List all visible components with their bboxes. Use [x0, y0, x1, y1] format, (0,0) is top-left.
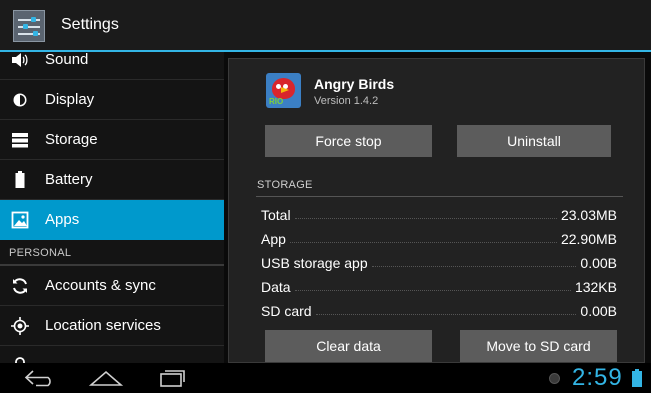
sidebar-item-label: Battery [45, 171, 93, 188]
sidebar-item-storage[interactable]: Storage [0, 120, 224, 160]
sound-icon [11, 52, 29, 69]
page-title: Settings [61, 16, 119, 33]
home-button[interactable] [76, 363, 136, 393]
recent-apps-button[interactable] [142, 363, 202, 393]
storage-row-sdcard: SD card 0.00B [261, 303, 617, 319]
storage-row-data: Data 132KB [261, 279, 617, 295]
uninstall-button[interactable]: Uninstall [457, 125, 611, 157]
clear-data-button[interactable]: Clear data [265, 330, 432, 362]
recent-apps-icon [160, 370, 185, 387]
back-button[interactable] [10, 363, 70, 393]
storage-row-total: Total 23.03MB [261, 207, 617, 223]
section-header-personal: PERSONAL [0, 241, 224, 266]
notification-icon[interactable] [549, 373, 560, 384]
app-version: Version 1.4.2 [314, 95, 379, 107]
storage-section-header: STORAGE [257, 179, 313, 191]
sidebar-item-label: Storage [45, 131, 98, 148]
clock[interactable]: 2:59 [572, 364, 623, 392]
sidebar-item-label: Location services [45, 317, 161, 334]
sidebar-item-label: Accounts & sync [45, 277, 156, 294]
app-info-pane: RIO Angry Birds Version 1.4.2 Force stop… [224, 52, 651, 363]
angry-birds-app-icon: RIO [266, 73, 301, 108]
battery-icon [11, 171, 29, 189]
sidebar-item-apps[interactable]: Apps [0, 200, 224, 240]
sidebar-item-label: Display [45, 91, 95, 108]
sync-icon [11, 277, 29, 295]
app-info-card[interactable]: RIO Angry Birds Version 1.4.2 Force stop… [228, 58, 645, 363]
divider [256, 196, 623, 197]
sidebar-item-label: Apps [45, 211, 80, 228]
sidebar-item-partial[interactable] [0, 346, 224, 363]
settings-list[interactable]: Sound Display Storage Battery Apps PERSO… [0, 52, 224, 363]
action-bar: Settings [0, 0, 651, 52]
storage-row-app: App 22.90MB [261, 231, 617, 247]
storage-icon [11, 131, 29, 149]
move-to-sd-card-button[interactable]: Move to SD card [460, 330, 617, 362]
settings-sliders-icon[interactable] [13, 10, 45, 42]
apps-icon [11, 211, 29, 229]
sidebar-item-display[interactable]: Display [0, 80, 224, 120]
sidebar-item-sound[interactable]: Sound [0, 52, 224, 80]
home-icon [88, 370, 124, 386]
sidebar-item-battery[interactable]: Battery [0, 160, 224, 200]
sidebar-item-label: Sound [45, 52, 89, 68]
battery-status-icon [632, 369, 642, 387]
storage-row-usb: USB storage app 0.00B [261, 255, 617, 271]
app-name: Angry Birds [314, 76, 395, 92]
back-icon [24, 370, 51, 387]
display-brightness-icon [11, 91, 29, 109]
force-stop-button[interactable]: Force stop [265, 125, 432, 157]
sidebar-item-accounts-sync[interactable]: Accounts & sync [0, 266, 224, 306]
sidebar-item-location-services[interactable]: Location services [0, 306, 224, 346]
location-icon [11, 317, 29, 335]
system-nav-bar: 2:59 [0, 363, 651, 393]
